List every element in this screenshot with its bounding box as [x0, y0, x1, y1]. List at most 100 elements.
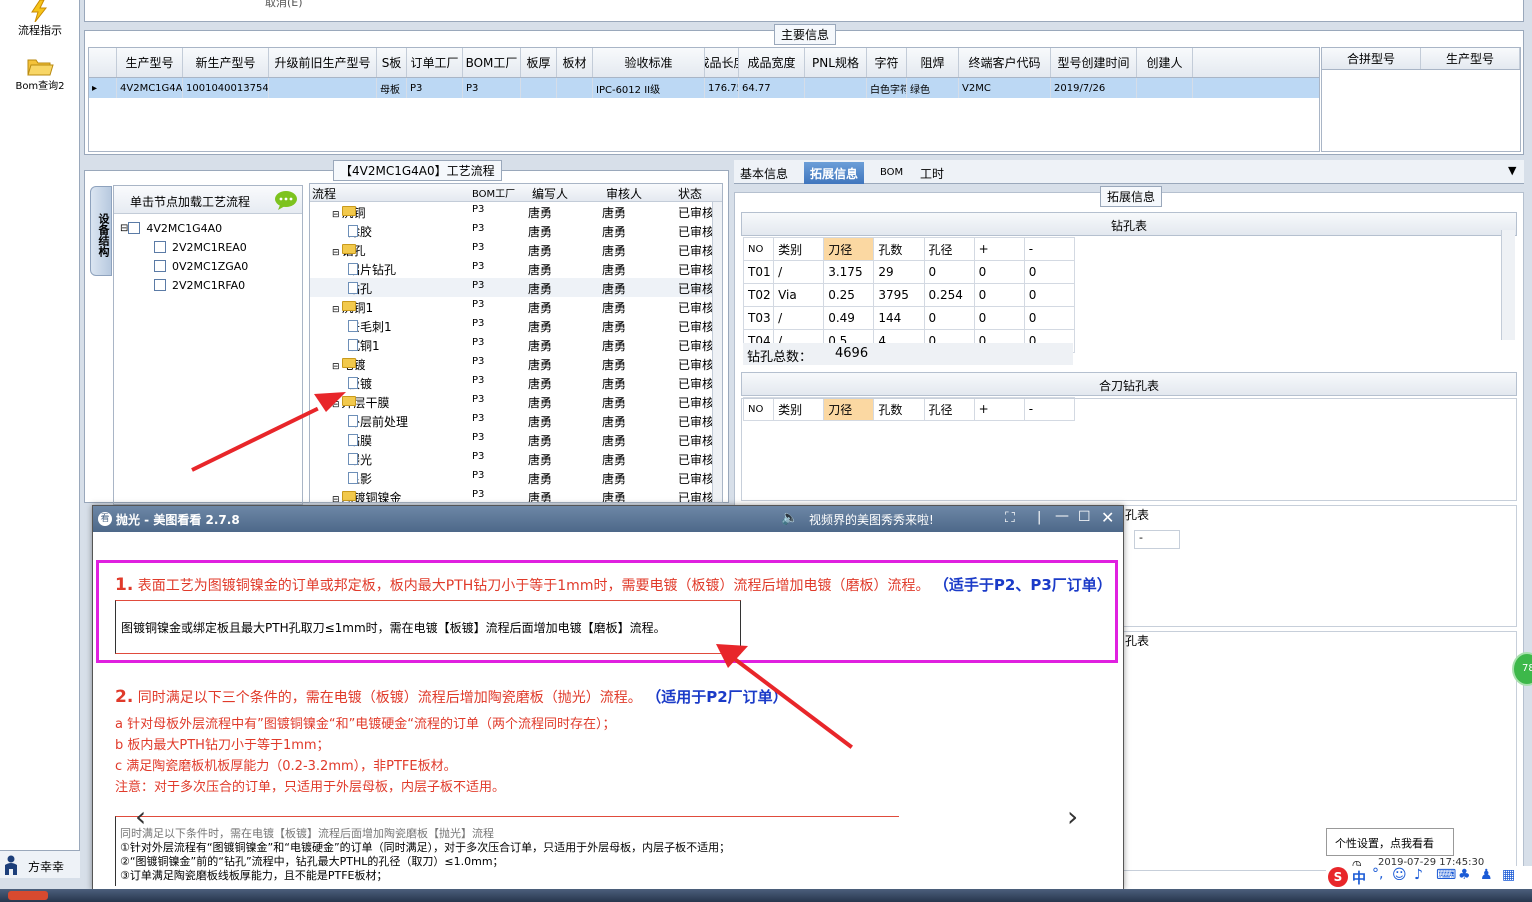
- main-col-header[interactable]: S板: [377, 48, 407, 77]
- main-cell[interactable]: 176.75: [705, 78, 739, 98]
- tree-node[interactable]: 0V2MC1ZGA0: [154, 257, 248, 275]
- main-cell[interactable]: V2MC: [959, 78, 1051, 98]
- process-row[interactable]: ⊟ 沉铜1 P3 唐勇 唐勇 已审核: [310, 297, 715, 316]
- process-row[interactable]: 曝光 P3 唐勇 唐勇 已审核: [310, 449, 715, 468]
- main-cell[interactable]: [521, 78, 557, 98]
- main-cell[interactable]: [557, 78, 593, 98]
- process-row[interactable]: ⊟电镀 P3 唐勇 唐勇 已审核: [310, 354, 715, 373]
- table-row[interactable]: T01/3.175 29 0 0 0: [742, 260, 1076, 284]
- chevron-down-icon[interactable]: ▼: [1508, 164, 1516, 177]
- main-cell[interactable]: [805, 78, 867, 98]
- main-cell[interactable]: 10010400137541: [183, 78, 269, 98]
- main-col-header[interactable]: 新生产型号: [183, 48, 269, 77]
- equipment-structure-tab[interactable]: 设备结构: [90, 186, 112, 276]
- shirt-icon[interactable]: ♟: [1480, 867, 1493, 883]
- tree-node[interactable]: ⊟ 4V2MC1G4A0: [120, 219, 222, 237]
- fullscreen-icon[interactable]: ⛶: [1005, 510, 1015, 526]
- checkbox-icon[interactable]: [154, 260, 166, 272]
- main-cell[interactable]: 4V2MC1G4A0: [117, 78, 183, 98]
- collapse-icon[interactable]: ⊟: [332, 495, 340, 502]
- main-col-header[interactable]: 创建人: [1137, 48, 1193, 77]
- main-col-header[interactable]: 成品长度: [705, 48, 739, 77]
- table-row[interactable]: T03/0.49 144 0 0 0: [742, 306, 1076, 330]
- maximize-icon[interactable]: ☐: [1078, 509, 1091, 525]
- main-col-header[interactable]: BOM工厂: [463, 48, 521, 77]
- checkbox-icon[interactable]: [154, 279, 166, 291]
- checkbox-icon[interactable]: [128, 222, 141, 234]
- mic-icon[interactable]: ♪: [1414, 867, 1423, 883]
- process-row[interactable]: ⊟沉铜 P3 唐勇 唐勇 已审核: [310, 202, 715, 221]
- tree-node[interactable]: 2V2MC1RFA0: [154, 276, 245, 294]
- process-col-header[interactable]: 审核人: [606, 185, 642, 202]
- merge-col-header[interactable]: 生产型号: [1421, 48, 1520, 69]
- main-col-header[interactable]: 阻焊: [907, 48, 959, 77]
- process-row[interactable]: ⊟ 外层干膜 P3 唐勇 唐勇 已审核: [310, 392, 715, 411]
- collapse-icon[interactable]: ⊟: [332, 362, 340, 372]
- drill-col-header[interactable]: 孔径: [923, 237, 975, 261]
- keyboard-icon[interactable]: ⌨: [1436, 867, 1456, 883]
- table-row[interactable]: T02 Via 0.25 3795 0.254 0 0: [742, 283, 1076, 307]
- main-col-header[interactable]: 板材: [557, 48, 593, 77]
- main-cell[interactable]: 绿色: [907, 78, 959, 98]
- main-col-header[interactable]: 验收标准: [593, 48, 705, 77]
- main-cell[interactable]: 64.77: [739, 78, 805, 98]
- prev-image-icon[interactable]: ‹: [135, 800, 146, 833]
- main-col-header[interactable]: 字符: [867, 48, 907, 77]
- close-icon[interactable]: ✕: [1101, 508, 1114, 527]
- collapse-icon[interactable]: ⊟: [332, 210, 340, 220]
- emoji-icon[interactable]: ☺: [1392, 867, 1407, 883]
- process-row[interactable]: 去毛刺1 P3 唐勇 唐勇 已审核: [310, 316, 715, 335]
- process-row[interactable]: 显影 P3 唐勇 唐勇 已审核: [310, 468, 715, 487]
- main-cell[interactable]: 2019/7/26: [1051, 78, 1137, 98]
- grid-icon[interactable]: ▦: [1502, 867, 1515, 883]
- main-col-header[interactable]: 型号创建时间: [1051, 48, 1137, 77]
- process-col-header[interactable]: 编写人: [532, 185, 568, 202]
- main-col-header[interactable]: 订单工厂: [407, 48, 463, 77]
- process-row[interactable]: 沉铜1 P3 唐勇 唐勇 已审核: [310, 335, 715, 354]
- process-row[interactable]: 贴膜 P3 唐勇 唐勇 已审核: [310, 430, 715, 449]
- main-col-header[interactable]: 终端客户代码: [959, 48, 1051, 77]
- main-cell[interactable]: [1137, 78, 1193, 98]
- drill-col-header[interactable]: +: [973, 237, 1025, 261]
- process-row[interactable]: ⊟ 图镀铜镍金 P3 唐勇 唐勇 已审核: [310, 487, 715, 502]
- bom-query-item[interactable]: Bom查询2: [0, 55, 80, 92]
- main-cell[interactable]: P3: [463, 78, 521, 98]
- main-cell[interactable]: [269, 78, 377, 98]
- cancel-label[interactable]: 取消(E): [265, 0, 303, 10]
- skin-icon[interactable]: ♣: [1458, 867, 1471, 883]
- main-col-header[interactable]: 成品宽度: [739, 48, 805, 77]
- process-col-header[interactable]: BOM工厂: [472, 185, 515, 200]
- collapse-icon[interactable]: ⊟: [332, 248, 340, 258]
- tab-work-hours[interactable]: 工时: [914, 162, 950, 184]
- process-row[interactable]: 外层前处理 P3 唐勇 唐勇 已审核: [310, 411, 715, 430]
- collapse-icon[interactable]: ⊟: [120, 223, 128, 234]
- viewer-promo[interactable]: 视频界的美图秀秀来啦!: [809, 511, 934, 528]
- merge-col-header[interactable]: 合拼型号: [1322, 48, 1421, 69]
- personal-settings-tooltip[interactable]: 个性设置，点我看看: [1326, 828, 1454, 856]
- main-info-row[interactable]: ▸ 4V2MC1G4A0 10010400137541 母板 P3 P3 IPC-6012 …: [89, 78, 1319, 98]
- process-row[interactable]: 板镀 P3 唐勇 唐勇 已审核: [310, 373, 715, 392]
- drill-col-header[interactable]: 类别: [773, 237, 825, 261]
- sogou-icon[interactable]: S: [1328, 867, 1348, 887]
- minimize-icon[interactable]: —: [1055, 508, 1069, 524]
- drill-col-header[interactable]: 刀径: [823, 237, 875, 261]
- tab-ext-info[interactable]: 拓展信息: [804, 162, 865, 184]
- next-image-icon[interactable]: ›: [1067, 800, 1078, 833]
- punct-icon[interactable]: °,: [1372, 866, 1383, 882]
- main-col-header[interactable]: 生产型号: [117, 48, 183, 77]
- flow-indicator-item[interactable]: 流程指示: [0, 0, 80, 38]
- process-scrollbar[interactable]: [712, 202, 722, 502]
- main-col-header[interactable]: PNL规格: [805, 48, 867, 77]
- drill-col-header[interactable]: NO: [742, 237, 775, 261]
- tab-basic-info[interactable]: 基本信息: [734, 162, 794, 184]
- main-cell[interactable]: P3: [407, 78, 463, 98]
- speaker-icon[interactable]: 🔈: [781, 510, 798, 526]
- main-cell[interactable]: 母板: [377, 78, 407, 98]
- main-col-header[interactable]: 板厚: [521, 48, 557, 77]
- process-row[interactable]: 钻孔 P3 唐勇 唐勇 已审核: [310, 278, 715, 297]
- process-row[interactable]: 除胶 P3 唐勇 唐勇 已审核: [310, 221, 715, 240]
- process-col-header[interactable]: 流程: [312, 185, 336, 202]
- drill-col-header[interactable]: 孔数: [873, 237, 925, 261]
- collapse-icon[interactable]: ⊟: [332, 305, 340, 315]
- main-col-header[interactable]: 升级前旧生产型号: [269, 48, 377, 77]
